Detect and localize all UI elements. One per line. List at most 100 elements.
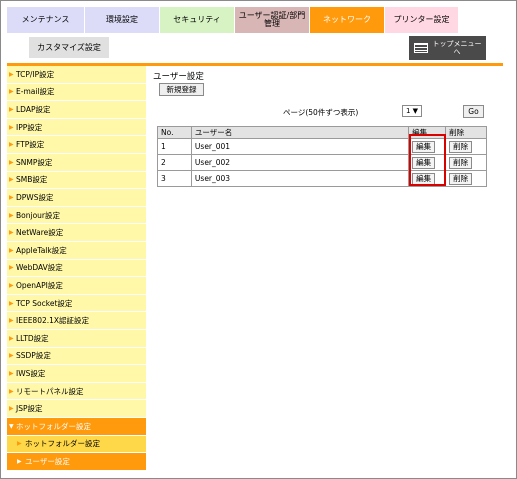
arrow-right-icon: ▶ bbox=[17, 440, 22, 448]
delete-button[interactable]: 削除 bbox=[449, 172, 473, 185]
edit-column-highlight bbox=[409, 134, 446, 186]
arrow-right-icon: ▶ bbox=[9, 123, 14, 131]
tab-security[interactable]: セキュリティ bbox=[160, 7, 235, 33]
arrow-right-icon: ▶ bbox=[9, 105, 14, 113]
tab-network-label: ネットワーク bbox=[323, 15, 371, 24]
sidebar-item[interactable]: ▼ ホットフォルダー設定 bbox=[7, 418, 146, 436]
sidebar-item[interactable]: ▶ Bonjour設定 bbox=[7, 207, 146, 225]
sidebar-item[interactable]: ▶ AppleTalk設定 bbox=[7, 242, 146, 260]
arrow-right-icon: ▶ bbox=[9, 246, 14, 254]
sidebar-item-label: ホットフォルダー設定 bbox=[25, 439, 100, 449]
menu-list-icon bbox=[414, 43, 428, 53]
sidebar-item-label: JSP設定 bbox=[16, 404, 43, 414]
arrow-right-icon: ▶ bbox=[9, 211, 14, 219]
sidebar-item-label: TCP Socket設定 bbox=[16, 298, 73, 308]
page-title: ユーザー設定 bbox=[153, 72, 204, 82]
arrow-right-icon: ▶ bbox=[9, 334, 14, 342]
expanded-arrow-icon: ▼ bbox=[9, 422, 14, 430]
tab-maintenance[interactable]: メンテナンス bbox=[7, 7, 85, 33]
arrow-right-icon: ▶ bbox=[9, 229, 14, 237]
sidebar-item[interactable]: ▶ OpenAPI設定 bbox=[7, 277, 146, 295]
sidebar-item-label: DPWS設定 bbox=[16, 192, 54, 202]
sidebar-item[interactable]: ▶ WebDAV設定 bbox=[7, 260, 146, 278]
sidebar-item-label: IPP設定 bbox=[16, 122, 43, 132]
sidebar-item[interactable]: ▶ IPP設定 bbox=[7, 119, 146, 137]
row-number: 1 bbox=[157, 138, 192, 155]
sidebar-item[interactable]: ▶ SNMP設定 bbox=[7, 154, 146, 172]
customize-button[interactable]: カスタマイズ設定 bbox=[29, 37, 109, 58]
sidebar-item[interactable]: ▶ E-mail設定 bbox=[7, 84, 146, 102]
tab-user-auth[interactable]: ユーザー認証/部門 管理 bbox=[235, 7, 310, 33]
tab-environment[interactable]: 環境設定 bbox=[85, 7, 160, 33]
sidebar-item[interactable]: ▶ NetWare設定 bbox=[7, 224, 146, 242]
sidebar-item-label: E-mail設定 bbox=[16, 87, 55, 97]
top-menu-button[interactable]: トップメニュー へ bbox=[409, 36, 486, 60]
row-number: 3 bbox=[157, 170, 192, 187]
arrow-right-icon: ▶ bbox=[9, 193, 14, 201]
sidebar-item[interactable]: ▶ LDAP設定 bbox=[7, 101, 146, 119]
page-select[interactable]: 1 ▼ bbox=[402, 105, 422, 117]
sidebar-item-label: FTP設定 bbox=[16, 140, 45, 150]
window-frame: メンテナンス 環境設定 セキュリティ ユーザー認証/部門 管理 ネットワーク プ… bbox=[0, 0, 517, 479]
sidebar-item[interactable]: ▶ IWS設定 bbox=[7, 365, 146, 383]
chevron-down-icon: ▼ bbox=[410, 107, 419, 115]
sidebar-item-label: LLTD設定 bbox=[16, 333, 49, 343]
arrow-right-icon: ▶ bbox=[9, 317, 14, 325]
arrow-right-icon: ▶ bbox=[9, 176, 14, 184]
arrow-right-icon: ▶ bbox=[9, 299, 14, 307]
tab-printer-label: プリンター設定 bbox=[393, 15, 450, 24]
sidebar-item-label: リモートパネル設定 bbox=[16, 386, 84, 396]
sidebar-item[interactable]: ▶ DPWS設定 bbox=[7, 189, 146, 207]
sidebar-item[interactable]: ▶ リモートパネル設定 bbox=[7, 383, 146, 401]
sidebar-item[interactable]: ▶ IEEE802.1X認証設定 bbox=[7, 312, 146, 330]
arrow-right-icon: ▶ bbox=[9, 88, 14, 96]
sidebar-item[interactable]: ▶ SSDP設定 bbox=[7, 348, 146, 366]
tab-network[interactable]: ネットワーク bbox=[310, 7, 385, 33]
arrow-right-icon: ▶ bbox=[9, 158, 14, 166]
sidebar-item-label: ホットフォルダー設定 bbox=[16, 421, 91, 431]
delete-button[interactable]: 削除 bbox=[449, 140, 473, 153]
sidebar-item-label: IEEE802.1X認証設定 bbox=[16, 316, 90, 326]
sidebar-item-label: IWS設定 bbox=[16, 368, 46, 378]
customize-button-label: カスタマイズ設定 bbox=[37, 43, 101, 52]
tab-maintenance-label: メンテナンス bbox=[21, 15, 70, 24]
sidebar-item-label: WebDAV設定 bbox=[16, 263, 63, 273]
arrow-right-icon: ▶ bbox=[9, 70, 14, 78]
sidebar-item[interactable]: ▶ ホットフォルダー設定 bbox=[7, 435, 146, 454]
sidebar-item-label: ユーザー設定 bbox=[25, 456, 70, 466]
row-username: User_002 bbox=[190, 154, 410, 171]
tab-security-label: セキュリティ bbox=[173, 15, 221, 24]
arrow-right-icon: ▶ bbox=[17, 457, 22, 465]
sidebar-item[interactable]: ▶ JSP設定 bbox=[7, 400, 146, 418]
arrow-right-icon: ▶ bbox=[9, 264, 14, 272]
sidebar-item-label: SSDP設定 bbox=[16, 351, 51, 361]
column-header-username: ユーザー名 bbox=[190, 126, 410, 139]
arrow-right-icon: ▶ bbox=[9, 141, 14, 149]
sidebar-item[interactable]: ▶ TCP Socket設定 bbox=[7, 295, 146, 313]
arrow-right-icon: ▶ bbox=[9, 369, 14, 377]
row-number: 2 bbox=[157, 154, 192, 171]
arrow-right-icon: ▶ bbox=[9, 387, 14, 395]
top-menu-label-1: トップメニュー bbox=[432, 40, 482, 48]
sidebar-item[interactable]: ▶ SMB設定 bbox=[7, 172, 146, 190]
arrow-right-icon: ▶ bbox=[9, 352, 14, 360]
sidebar-item-label: SMB設定 bbox=[16, 175, 48, 185]
column-header-no: No. bbox=[157, 126, 192, 139]
sidebar-item-label: NetWare設定 bbox=[16, 228, 64, 238]
tab-printer[interactable]: プリンター設定 bbox=[385, 7, 459, 33]
sidebar: ▶ TCP/IP設定 ▶ E-mail設定 ▶ LDAP設定 ▶ IPP設定 ▶ FTP設定 ▶ SN… bbox=[7, 66, 146, 471]
sidebar-item[interactable]: ▶ FTP設定 bbox=[7, 136, 146, 154]
sidebar-item-label: Bonjour設定 bbox=[16, 210, 60, 220]
row-username: User_001 bbox=[190, 138, 410, 155]
delete-button[interactable]: 削除 bbox=[449, 156, 473, 169]
go-button[interactable]: Go bbox=[463, 105, 484, 118]
tab-environment-label: 環境設定 bbox=[106, 15, 138, 24]
sidebar-item[interactable]: ▶ LLTD設定 bbox=[7, 330, 146, 348]
sidebar-item-label: OpenAPI設定 bbox=[16, 280, 63, 290]
row-username: User_003 bbox=[190, 170, 410, 187]
new-register-button[interactable]: 新規登録 bbox=[159, 83, 204, 96]
sidebar-item[interactable]: ▶ TCP/IP設定 bbox=[7, 66, 146, 84]
arrow-right-icon: ▶ bbox=[9, 281, 14, 289]
sidebar-item-label: TCP/IP設定 bbox=[16, 69, 55, 79]
sidebar-item-label: AppleTalk設定 bbox=[16, 245, 67, 255]
